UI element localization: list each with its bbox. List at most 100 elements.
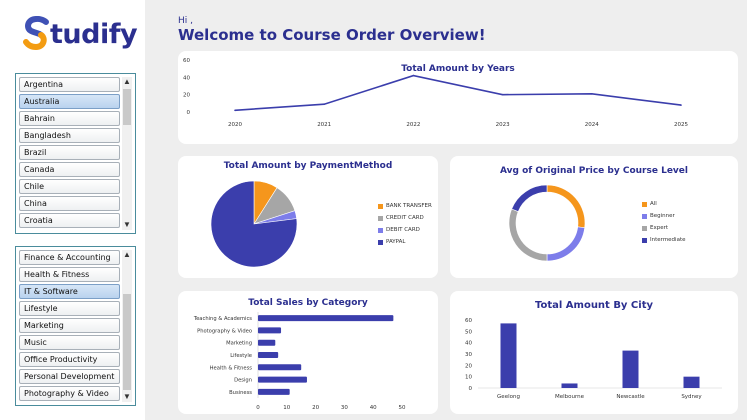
country-slicer-item[interactable]: Australia bbox=[19, 94, 120, 109]
legend-label: Beginner bbox=[650, 213, 675, 219]
scroll-down-icon[interactable]: ▼ bbox=[122, 392, 132, 402]
y-tick-label: 20 bbox=[465, 363, 472, 369]
country-scrollbar[interactable]: ▲ ▼ bbox=[122, 77, 132, 230]
legend-entry: Intermediate bbox=[642, 234, 685, 246]
category-label: Newcastle bbox=[616, 394, 645, 400]
line-point bbox=[234, 109, 236, 112]
bar bbox=[561, 383, 578, 388]
category-label: Design bbox=[234, 378, 252, 384]
scroll-thumb[interactable] bbox=[123, 89, 131, 125]
category-label: Health & Fitness bbox=[210, 365, 253, 371]
category-label: Marketing bbox=[226, 341, 252, 347]
legend-swatch bbox=[642, 237, 647, 243]
card-amount-by-city: Total Amount By City 0 10 20 30 40 50 60 Geelon… bbox=[450, 291, 738, 414]
legend-swatch bbox=[642, 225, 647, 231]
sidebar: tudify Argentina Australia Bahrain Banglade… bbox=[0, 0, 145, 420]
country-slicer-item[interactable]: Bahrain bbox=[19, 111, 120, 126]
bar bbox=[258, 339, 276, 346]
country-slicer-item[interactable]: Brazil bbox=[19, 145, 120, 160]
bar bbox=[258, 315, 394, 322]
category-slicer-item[interactable]: Lifestyle bbox=[19, 301, 120, 316]
donut-legend: All Beginner Expert Intermediate bbox=[642, 198, 685, 246]
category-slicer-item[interactable]: Personal Development bbox=[19, 369, 120, 384]
legend-swatch bbox=[642, 201, 647, 207]
line-series bbox=[234, 74, 682, 112]
y-tick-label: 0 bbox=[469, 386, 473, 392]
legend-swatch bbox=[378, 215, 383, 221]
category-slicer-item[interactable]: Photography & Video bbox=[19, 386, 120, 401]
category-label: Photography & Video bbox=[197, 328, 252, 334]
category-scrollbar[interactable]: ▲ ▼ bbox=[122, 250, 132, 402]
line-point bbox=[323, 103, 325, 105]
category-label: Melbourne bbox=[555, 394, 585, 400]
pie-slice bbox=[546, 226, 586, 262]
legend-entry: CREDIT CARD bbox=[378, 212, 432, 224]
page-title: Welcome to Course Order Overview! bbox=[178, 26, 486, 44]
scroll-down-icon[interactable]: ▼ bbox=[122, 220, 132, 230]
x-tick-label: 2025 bbox=[674, 122, 688, 128]
hbar-chart: Teaching & Academics Photography & Video M… bbox=[193, 312, 406, 411]
country-slicer[interactable]: Argentina Australia Bahrain Bangladesh Brazi… bbox=[15, 73, 136, 234]
line-point bbox=[501, 93, 504, 96]
y-tick-label: 20 bbox=[183, 93, 190, 99]
category-slicer-item[interactable]: Finance & Accounting bbox=[19, 250, 120, 265]
y-tick-label: 10 bbox=[465, 375, 472, 381]
legend-label: Expert bbox=[650, 225, 669, 231]
category-slicer-item[interactable]: Marketing bbox=[19, 318, 120, 333]
category-slicer-item[interactable]: IT & Software bbox=[19, 284, 120, 299]
country-slicer-item[interactable]: Canada bbox=[19, 162, 120, 177]
legend-swatch bbox=[378, 227, 383, 233]
line-point bbox=[680, 104, 682, 106]
legend-entry: All bbox=[642, 198, 685, 210]
line-point bbox=[412, 74, 415, 77]
bar bbox=[258, 327, 282, 334]
category-slicer-item[interactable]: Music bbox=[19, 335, 120, 350]
category-label: Sydney bbox=[681, 394, 702, 400]
legend-label: DEBIT CARD bbox=[386, 227, 420, 233]
country-slicer-item[interactable]: Croatia bbox=[19, 213, 120, 228]
y-tick-label: 30 bbox=[465, 352, 472, 358]
scroll-up-icon[interactable]: ▲ bbox=[122, 77, 132, 87]
category-slicer[interactable]: Finance & Accounting Health & Fitness IT &… bbox=[15, 246, 136, 406]
category-slicer-item[interactable]: Health & Fitness bbox=[19, 267, 120, 282]
bar bbox=[622, 350, 639, 388]
pie-slice bbox=[546, 184, 586, 229]
vbar-chart: 0 10 20 30 40 50 60 Geelong Melbourne Newcastle Sy… bbox=[465, 318, 722, 400]
category-list: Finance & Accounting Health & Fitness IT &… bbox=[19, 250, 120, 401]
category-slicer-item[interactable]: Office Productivity bbox=[19, 352, 120, 367]
category-label: Business bbox=[229, 390, 252, 396]
line-chart: 0 20 40 60 2020 2021 2022 2023 2024 2025 bbox=[183, 58, 688, 128]
bar bbox=[258, 376, 307, 383]
y-tick-label: 50 bbox=[465, 329, 472, 335]
line-point bbox=[591, 93, 593, 95]
bar bbox=[500, 323, 517, 388]
category-label: Geelong bbox=[497, 394, 520, 400]
legend-label: CREDIT CARD bbox=[386, 215, 424, 221]
legend-swatch bbox=[642, 213, 647, 219]
bar bbox=[258, 388, 290, 395]
scroll-up-icon[interactable]: ▲ bbox=[122, 250, 132, 260]
country-list: Argentina Australia Bahrain Bangladesh Brazi… bbox=[19, 77, 120, 228]
y-tick-label: 0 bbox=[187, 110, 191, 116]
bar bbox=[258, 352, 279, 358]
country-slicer-item[interactable]: Chile bbox=[19, 179, 120, 194]
legend-entry: DEBIT CARD bbox=[378, 224, 432, 236]
card-payment-method: Total Amount by PaymentMethod BANK TRANS… bbox=[178, 156, 438, 278]
legend-entry: PAYPAL bbox=[378, 236, 432, 248]
scroll-thumb[interactable] bbox=[123, 294, 131, 390]
category-label: Lifestyle bbox=[230, 353, 252, 359]
greeting-hi: Hi , bbox=[178, 16, 193, 26]
pie-slice bbox=[511, 184, 548, 212]
legend-label: All bbox=[650, 201, 657, 207]
y-tick-label: 60 bbox=[465, 318, 472, 324]
country-slicer-item[interactable]: Argentina bbox=[19, 77, 120, 92]
legend-swatch bbox=[378, 239, 383, 245]
x-tick-label: 20 bbox=[312, 405, 319, 411]
category-label: Teaching & Academics bbox=[193, 316, 252, 322]
country-slicer-item[interactable]: China bbox=[19, 196, 120, 211]
bar bbox=[258, 364, 302, 371]
y-tick-label: 60 bbox=[183, 58, 190, 64]
country-slicer-item[interactable]: Bangladesh bbox=[19, 128, 120, 143]
legend-label: BANK TRANSFER bbox=[386, 203, 432, 209]
legend-entry: Beginner bbox=[642, 210, 685, 222]
